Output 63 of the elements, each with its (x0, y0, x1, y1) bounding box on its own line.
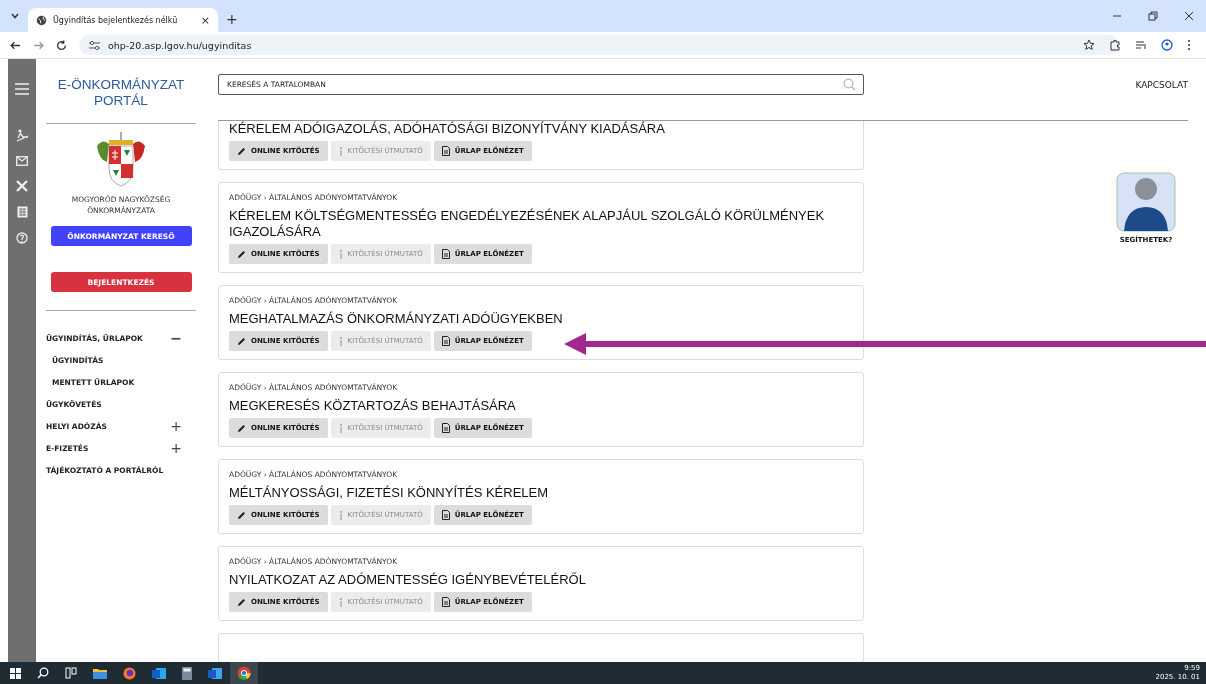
document-icon (441, 249, 450, 259)
form-title: MEGHATALMAZÁS ÖNKORMÁNYZATI ADÓÜGYEKBEN (229, 311, 564, 327)
contact-link[interactable]: KAPCSOLAT (1135, 79, 1188, 90)
star-icon[interactable] (1083, 39, 1095, 51)
expand-toggle[interactable]: − (170, 330, 182, 346)
menu-icon[interactable] (15, 83, 29, 95)
chevron-down-icon[interactable] (10, 11, 20, 21)
close-tab-button[interactable]: × (200, 13, 210, 27)
info-icon (338, 597, 343, 607)
back-icon[interactable] (10, 39, 21, 51)
folder-icon[interactable] (93, 667, 107, 679)
chrome-icon (237, 666, 251, 680)
info-icon (338, 510, 343, 520)
pencil-icon (237, 336, 246, 346)
calculator-icon[interactable] (16, 206, 28, 218)
puzzle-icon[interactable] (1109, 39, 1121, 51)
form-title: KÉRELEM KÖLTSÉGMENTESSÉG ENGEDÉLYEZÉSÉNEK ALAPJÁUL SZOLGÁLÓ KÖRÜLMÉNYEK IGAZOLÁSÁRA (229, 208, 826, 240)
site-settings-icon (89, 40, 100, 50)
info-icon (338, 423, 343, 433)
new-tab-button[interactable]: + (226, 11, 238, 27)
info-icon (338, 146, 343, 156)
pencil-icon (237, 146, 246, 156)
windows-icon[interactable] (10, 667, 21, 679)
document-icon (441, 510, 450, 520)
chrome-taskbar-button[interactable] (230, 662, 258, 684)
reload-icon[interactable] (56, 39, 67, 51)
search-icon[interactable] (37, 667, 49, 679)
calculator-app-icon[interactable] (182, 666, 192, 680)
mail-icon[interactable] (16, 156, 28, 166)
address-bar[interactable]: ohp-20.asp.lgov.hu/ugyinditas (79, 35, 1119, 55)
close-icon[interactable] (1184, 11, 1194, 21)
forward-icon[interactable] (33, 39, 44, 51)
form-title: NYILATKOZAT AZ ADÓMENTESSÉG IGÉNYBEVÉTELÉRŐL (229, 572, 587, 588)
help-icon[interactable] (16, 232, 28, 244)
expand-toggle[interactable]: + (170, 440, 182, 456)
tab-title: Ügyindítás bejelentkezés nélkü (53, 15, 179, 25)
fox-browser-icon[interactable] (123, 666, 136, 680)
pencil-icon (237, 249, 246, 259)
expand-toggle[interactable]: + (170, 418, 182, 434)
person-icon[interactable] (15, 129, 29, 142)
profile-icon[interactable] (1161, 39, 1173, 51)
document-icon (441, 336, 450, 346)
document-icon (441, 146, 450, 156)
info-icon (338, 249, 343, 259)
form-title: MÉLTÁNYOSSÁGI, FIZETÉSI KÖNNYÍTÉS KÉRELEM (229, 485, 550, 501)
pencil-icon (237, 510, 246, 520)
media-list-icon[interactable] (1135, 39, 1147, 51)
word-icon[interactable] (208, 666, 222, 680)
pencil-icon (237, 597, 246, 607)
form-title: MEGKERESÉS KÖZTARTOZÁS BEHAJTÁSÁRA (229, 398, 517, 414)
mail-app-icon[interactable] (152, 666, 166, 680)
tools-icon[interactable] (16, 180, 28, 192)
info-icon (338, 336, 343, 346)
document-icon (441, 597, 450, 607)
globe-icon (36, 14, 47, 26)
task-view-icon[interactable] (65, 667, 77, 679)
pencil-icon (237, 423, 246, 433)
document-icon (441, 423, 450, 433)
restore-icon[interactable] (1148, 11, 1158, 21)
browser-tab[interactable]: Ügyindítás bejelentkezés nélkü × (28, 8, 218, 32)
more-icon[interactable] (1187, 39, 1191, 51)
form-title: KÉRELEM ADÓIGAZOLÁS, ADÓHATÓSÁGI BIZONYÍTVÁNY KIADÁSÁRA (229, 121, 666, 137)
portal-title[interactable]: E-ÖNKORMÁNYZAT PORTÁL (46, 77, 196, 109)
